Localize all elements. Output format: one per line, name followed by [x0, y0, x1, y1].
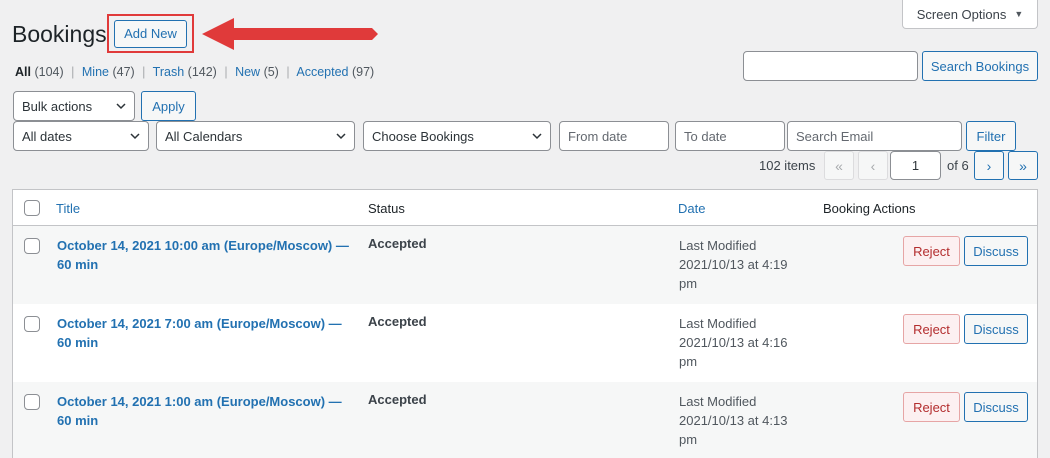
row-checkbox[interactable]	[24, 316, 40, 332]
dates-select[interactable]: All dates	[13, 121, 149, 151]
separator: |	[286, 65, 290, 79]
chevron-down-icon	[336, 133, 346, 140]
column-title[interactable]: Title	[56, 201, 80, 216]
view-accepted[interactable]: Accepted	[296, 65, 348, 79]
add-new-button[interactable]: Add New	[114, 19, 187, 48]
bookings-select[interactable]: Choose Bookings	[363, 121, 551, 151]
view-all[interactable]: All	[15, 65, 31, 79]
date-label: Last Modified	[679, 394, 757, 409]
separator: |	[224, 65, 228, 79]
total-pages: of 6	[947, 158, 969, 173]
discuss-button[interactable]: Discuss	[964, 314, 1028, 344]
table-row: October 14, 2021 7:00 am (Europe/Moscow)…	[13, 304, 1037, 382]
from-date-input[interactable]: From date	[559, 121, 669, 151]
booking-title-link[interactable]: October 14, 2021 10:00 am (Europe/Moscow…	[57, 236, 357, 274]
view-trash-count: (142)	[187, 65, 217, 79]
column-status: Status	[368, 201, 405, 216]
bulk-actions-select[interactable]: Bulk actions	[13, 91, 135, 121]
view-filters: All (104) | Mine (47) | Trash (142) | Ne…	[15, 65, 374, 79]
date-label: Last Modified	[679, 238, 757, 253]
calendars-value: All Calendars	[165, 128, 243, 144]
chevron-down-icon	[130, 133, 140, 140]
current-page-input[interactable]: 1	[890, 151, 941, 180]
row-checkbox[interactable]	[24, 394, 40, 410]
date-value: 2021/10/13 at 4:19 pm	[679, 257, 788, 291]
booking-status: Accepted	[368, 236, 427, 251]
reject-button[interactable]: Reject	[903, 314, 960, 344]
items-count: 102 items	[759, 158, 816, 173]
view-new[interactable]: New	[235, 65, 260, 79]
booking-status: Accepted	[368, 392, 427, 407]
bookings-value: Choose Bookings	[372, 128, 474, 144]
to-date-input[interactable]: To date	[675, 121, 785, 151]
prev-page-button[interactable]: ‹	[858, 151, 888, 180]
discuss-button[interactable]: Discuss	[964, 236, 1028, 266]
chevron-down-icon	[532, 133, 542, 140]
bulk-actions-value: Bulk actions	[22, 98, 93, 114]
booking-date: Last Modified 2021/10/13 at 4:16 pm	[679, 314, 789, 371]
view-new-count: (5)	[263, 65, 279, 79]
screen-options-button[interactable]: Screen Options ▼	[902, 0, 1038, 29]
view-mine-count: (47)	[112, 65, 135, 79]
view-mine[interactable]: Mine	[82, 65, 109, 79]
reject-button[interactable]: Reject	[903, 392, 960, 422]
date-label: Last Modified	[679, 316, 757, 331]
booking-date: Last Modified 2021/10/13 at 4:13 pm	[679, 392, 789, 449]
first-page-button[interactable]: «	[824, 151, 854, 180]
red-arrow-icon	[202, 18, 378, 50]
apply-button[interactable]: Apply	[141, 91, 196, 121]
next-page-button[interactable]: ›	[974, 151, 1004, 180]
search-input[interactable]	[743, 51, 918, 81]
booking-status: Accepted	[368, 314, 427, 329]
view-accepted-count: (97)	[351, 65, 375, 79]
table-row: October 14, 2021 1:00 am (Europe/Moscow)…	[13, 382, 1037, 458]
discuss-button[interactable]: Discuss	[964, 392, 1028, 422]
search-bookings-button[interactable]: Search Bookings	[922, 51, 1038, 81]
booking-date: Last Modified 2021/10/13 at 4:19 pm	[679, 236, 789, 293]
filter-button[interactable]: Filter	[966, 121, 1016, 151]
dates-value: All dates	[22, 128, 72, 144]
chevron-down-icon	[116, 103, 126, 110]
booking-title-link[interactable]: October 14, 2021 7:00 am (Europe/Moscow)…	[57, 314, 357, 352]
table-header: Title Status Date Booking Actions	[13, 190, 1037, 226]
column-date[interactable]: Date	[678, 201, 705, 216]
separator: |	[71, 65, 75, 79]
booking-title-link[interactable]: October 14, 2021 1:00 am (Europe/Moscow)…	[57, 392, 357, 430]
calendars-select[interactable]: All Calendars	[156, 121, 355, 151]
row-checkbox[interactable]	[24, 238, 40, 254]
column-booking-actions: Booking Actions	[823, 201, 916, 216]
page-title: Bookings	[12, 21, 107, 47]
view-trash[interactable]: Trash	[153, 65, 185, 79]
date-value: 2021/10/13 at 4:16 pm	[679, 335, 788, 369]
add-new-highlight: Add New	[107, 14, 194, 53]
reject-button[interactable]: Reject	[903, 236, 960, 266]
table-row: October 14, 2021 10:00 am (Europe/Moscow…	[13, 226, 1037, 304]
separator: |	[142, 65, 146, 79]
select-all-checkbox[interactable]	[24, 200, 40, 216]
bookings-table: Title Status Date Booking Actions Octobe…	[12, 189, 1038, 458]
view-all-count: (104)	[34, 65, 64, 79]
search-email-input[interactable]: Search Email	[787, 121, 962, 151]
screen-options-label: Screen Options	[916, 6, 1007, 22]
caret-down-icon: ▼	[1014, 9, 1024, 19]
last-page-button[interactable]: »	[1008, 151, 1038, 180]
date-value: 2021/10/13 at 4:13 pm	[679, 413, 788, 447]
